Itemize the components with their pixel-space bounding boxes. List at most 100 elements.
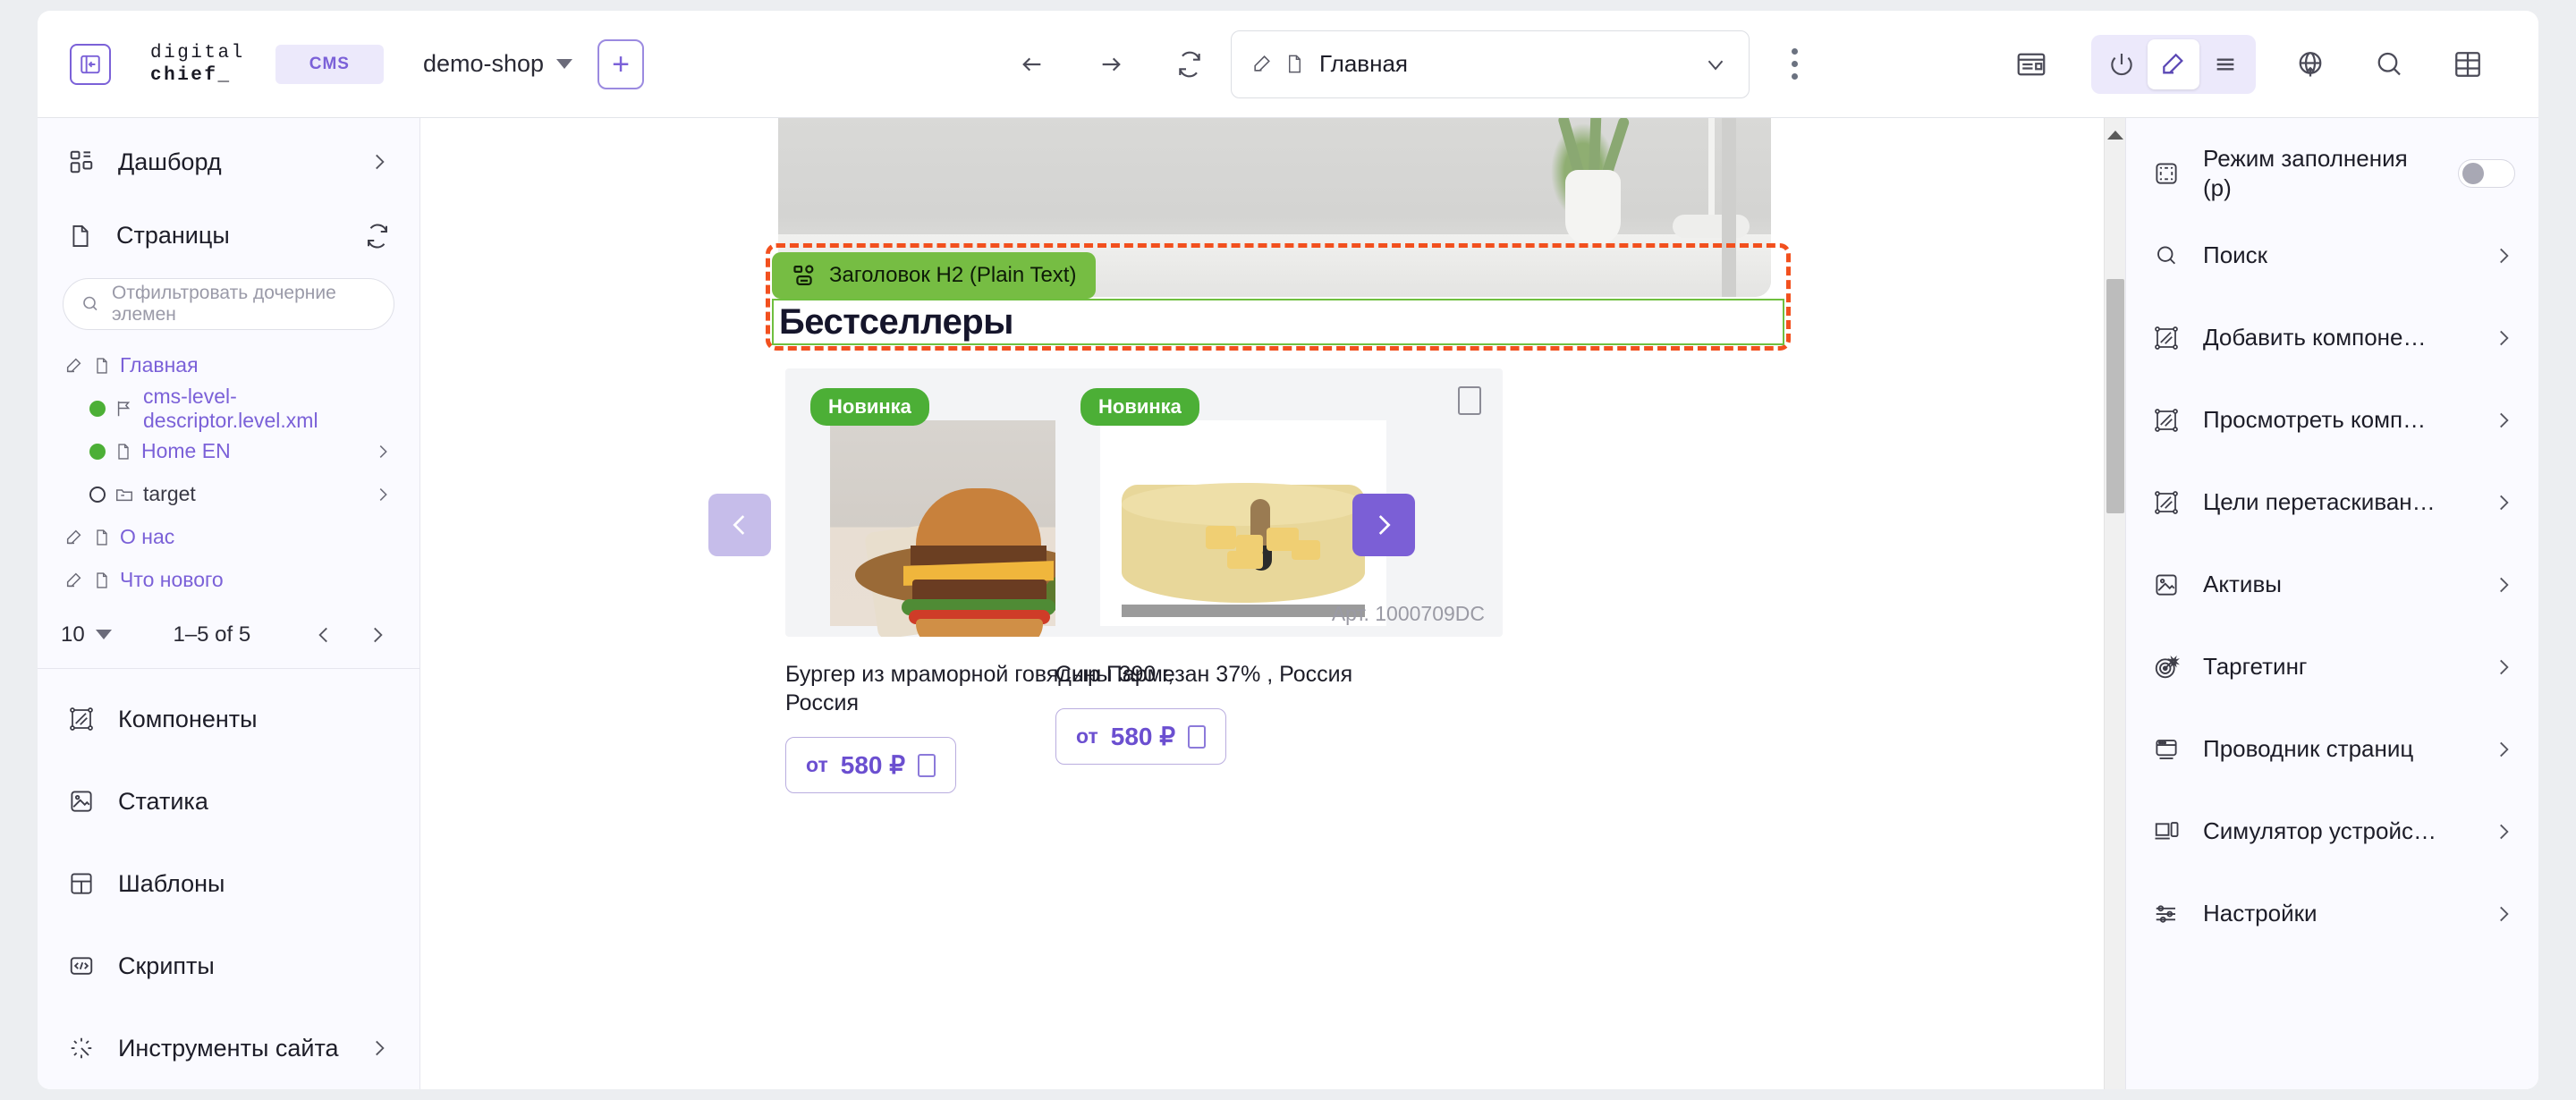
tree-item-glavnaya[interactable]: Главная xyxy=(64,344,402,387)
search-icon[interactable] xyxy=(2360,35,2419,94)
sidebar-item-templates[interactable]: Шаблоны xyxy=(38,842,419,925)
hero-plant-leaf xyxy=(1556,118,1585,177)
hero-plant-leaf xyxy=(1589,118,1602,176)
components-icon xyxy=(68,706,95,732)
publish-globe-icon[interactable] xyxy=(2281,35,2340,94)
collapse-panel-icon[interactable] xyxy=(70,43,111,85)
page-preview: Заголовок H2 (Plain Text) Бестселлеры Но… xyxy=(420,118,2125,1089)
edit-icon[interactable] xyxy=(2148,38,2199,89)
price-amount: 580 ₽ xyxy=(1110,723,1176,750)
chevron-right-icon[interactable] xyxy=(2492,244,2515,267)
cart-icon xyxy=(918,753,936,777)
arrow-right-icon[interactable] xyxy=(1084,38,1138,91)
tree-item-label: Home EN xyxy=(141,439,231,463)
right-panel-item-label: Настройки xyxy=(2203,900,2318,927)
component-tag-label: Заголовок H2 (Plain Text) xyxy=(829,263,1077,287)
chevron-right-icon[interactable] xyxy=(2492,326,2515,350)
logo-line-1: digital xyxy=(150,42,245,63)
sidebar-item-components[interactable]: Компоненты xyxy=(38,678,419,760)
product-price-button[interactable]: от 580 ₽ xyxy=(785,737,957,793)
chevron-right-icon[interactable] xyxy=(2492,656,2515,679)
filter-children-input[interactable]: Отфильтровать дочерние элемен xyxy=(63,277,394,330)
bookmark-icon[interactable] xyxy=(1458,386,1481,415)
scroll-up-arrow-icon[interactable] xyxy=(2106,131,2123,140)
chevron-right-icon[interactable] xyxy=(2492,738,2515,761)
add-site-button[interactable]: + xyxy=(597,38,645,89)
chevron-right-icon[interactable] xyxy=(373,442,402,461)
chevron-right-icon[interactable] xyxy=(2492,820,2515,843)
right-panel-item-assets[interactable]: Активы xyxy=(2126,544,2538,626)
product-price-button[interactable]: от 580 ₽ xyxy=(1055,708,1227,765)
top-bar-center: Главная xyxy=(1005,30,1814,98)
cart-icon xyxy=(1188,724,1207,749)
scrollbar-thumb[interactable] xyxy=(2106,279,2124,513)
price-prefix: от xyxy=(806,753,828,776)
right-panel-item-page-explorer[interactable]: Проводник страниц xyxy=(2126,708,2538,791)
shop-selector-label: demo-shop xyxy=(422,50,545,77)
page-size-select[interactable]: 10 xyxy=(61,622,112,647)
right-panel-item-drag-targets[interactable]: Цели перетаскиван… xyxy=(2126,461,2538,544)
chevron-right-icon[interactable] xyxy=(2492,573,2515,597)
chevron-right-icon[interactable] xyxy=(2492,902,2515,926)
right-panel-item-search[interactable]: Поиск xyxy=(2126,215,2538,297)
sidebar-item-label: Шаблоны xyxy=(118,869,225,897)
fill-mode-toggle[interactable] xyxy=(2458,159,2515,188)
page-selector-field[interactable]: Главная xyxy=(1231,30,1750,98)
right-panel-item-settings[interactable]: Настройки xyxy=(2126,873,2538,955)
tree-item-cms-level-descriptor[interactable]: cms-level-descriptor.level.xml xyxy=(64,385,402,432)
carousel-next-button[interactable] xyxy=(1352,494,1415,556)
tree-item-chto-novogo[interactable]: Что нового xyxy=(64,559,402,602)
filter-placeholder: Отфильтровать дочерние элемен xyxy=(112,282,336,325)
grid-icon[interactable] xyxy=(2438,35,2497,94)
carousel-prev-button[interactable] xyxy=(708,494,771,556)
tree-item-label: Главная xyxy=(120,353,199,377)
scripts-code-icon xyxy=(68,952,95,979)
page-size-value: 10 xyxy=(61,622,85,647)
product-card[interactable]: Новинка Арт. 1000709DC Сыр Пармезан 37% … xyxy=(1055,368,1503,765)
chevron-right-icon[interactable] xyxy=(368,1037,391,1060)
product-article: Арт. 1000709DC xyxy=(1331,602,1485,625)
filter-children-wrapper: Отфильтровать дочерние элемен xyxy=(38,273,419,341)
reload-icon[interactable] xyxy=(1163,38,1216,91)
menu-icon[interactable] xyxy=(2199,39,2251,89)
right-panel-item-device-simulator[interactable]: Симулятор устройс… xyxy=(2126,791,2538,873)
chevron-right-icon[interactable] xyxy=(2492,409,2515,432)
top-bar-right xyxy=(2002,34,2538,94)
arrow-left-icon[interactable] xyxy=(1005,38,1059,91)
page-tree: Главная cms-level-descriptor.level.xml H… xyxy=(38,341,419,602)
page-heading: Бестселлеры xyxy=(779,301,1013,342)
chevron-left-icon[interactable] xyxy=(312,623,335,647)
right-panel-item-add-component[interactable]: Добавить компоне… xyxy=(2126,297,2538,379)
sidebar-item-site-tools[interactable]: Инструменты сайта xyxy=(38,1007,419,1089)
right-panel-item-fill-mode[interactable]: Режим заполнения (p) xyxy=(2126,132,2538,215)
chevron-right-icon[interactable] xyxy=(366,623,389,647)
component-tag-chip[interactable]: Заголовок H2 (Plain Text) xyxy=(772,252,1097,299)
static-image-icon xyxy=(68,788,95,815)
canvas-scrollbar[interactable] xyxy=(2104,118,2125,1089)
pencil-icon xyxy=(64,571,84,590)
h2-edit-field[interactable]: Бестселлеры xyxy=(772,299,1784,345)
tree-item-target[interactable]: target xyxy=(64,473,402,516)
chevron-right-icon[interactable] xyxy=(373,485,402,504)
chevron-right-icon[interactable] xyxy=(368,150,391,173)
refresh-icon[interactable] xyxy=(364,223,391,250)
sidebar-item-dashboard[interactable]: Дашборд xyxy=(38,125,419,199)
more-options-icon[interactable] xyxy=(1775,38,1814,91)
chevron-right-icon[interactable] xyxy=(2492,491,2515,514)
right-panel-item-view-component[interactable]: Просмотреть комп… xyxy=(2126,379,2538,461)
right-panel-item-targeting[interactable]: Таргетинг xyxy=(2126,626,2538,708)
hero-lamp-base xyxy=(1673,215,1750,238)
tree-item-o-nas[interactable]: О нас xyxy=(64,516,402,559)
sidebar-item-static[interactable]: Статика xyxy=(38,760,419,842)
tree-item-home-en[interactable]: Home EN xyxy=(64,430,402,473)
power-icon[interactable] xyxy=(2096,39,2148,89)
sidebar-item-pages[interactable]: Страницы xyxy=(38,199,419,272)
sidebar-item-scripts[interactable]: Скрипты xyxy=(38,925,419,1007)
page-selector-title: Главная xyxy=(1319,50,1409,77)
layout-icon[interactable] xyxy=(2002,35,2061,94)
app-root: digital chief_ CMS demo-shop + Главная Д… xyxy=(0,0,2576,1100)
page-icon xyxy=(1284,53,1305,75)
chevron-down-icon[interactable] xyxy=(1702,51,1729,78)
shop-selector[interactable]: demo-shop xyxy=(422,50,573,78)
tree-pagination: 10 1–5 of 5 xyxy=(38,602,419,670)
